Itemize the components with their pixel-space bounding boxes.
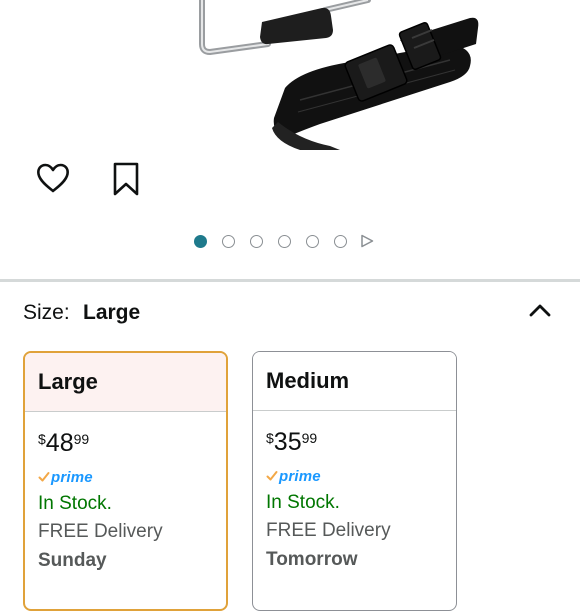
stock-status: In Stock. bbox=[266, 492, 340, 513]
chevron-up-icon bbox=[529, 304, 551, 317]
option-title: Medium bbox=[266, 368, 350, 393]
option-title: Large bbox=[38, 369, 98, 394]
price-whole: 35 bbox=[273, 428, 302, 456]
prime-label: prime bbox=[51, 468, 93, 486]
size-selector-header[interactable]: Size: Large bbox=[0, 296, 580, 336]
price-whole: 48 bbox=[45, 429, 74, 457]
carousel-dot[interactable] bbox=[194, 234, 207, 248]
product-image[interactable] bbox=[0, 0, 580, 150]
wishlist-button[interactable] bbox=[34, 160, 72, 198]
prime-badge: prime bbox=[38, 467, 93, 487]
option-price: $4899 bbox=[38, 429, 89, 459]
delivery-day: Sunday bbox=[38, 550, 107, 571]
prime-label: prime bbox=[279, 467, 321, 485]
carousel-dot[interactable] bbox=[278, 234, 291, 248]
hanger-strap-illustration bbox=[199, 0, 479, 150]
heart-icon bbox=[37, 163, 69, 193]
delivery-info: FREE Delivery bbox=[38, 521, 163, 542]
carousel-dot[interactable] bbox=[250, 234, 263, 248]
option-header: Medium bbox=[253, 352, 456, 411]
prime-check-icon bbox=[38, 472, 50, 482]
delivery-info: FREE Delivery bbox=[266, 520, 391, 541]
price-fraction: 99 bbox=[301, 430, 318, 446]
carousel-dot[interactable] bbox=[306, 234, 319, 248]
currency-symbol: $ bbox=[38, 431, 46, 447]
size-option-medium[interactable]: Medium $3599 prime In Stock. FREE Delive… bbox=[252, 351, 457, 611]
collapse-size-button[interactable] bbox=[525, 296, 555, 326]
option-price: $3599 bbox=[266, 428, 317, 458]
image-carousel-indicator bbox=[194, 233, 374, 249]
size-option-large[interactable]: Large $4899 prime In Stock. FREE Deliver… bbox=[23, 351, 228, 611]
option-header: Large bbox=[25, 353, 226, 412]
carousel-dot[interactable] bbox=[222, 234, 235, 248]
prime-badge: prime bbox=[266, 466, 321, 486]
save-button[interactable] bbox=[110, 160, 142, 198]
play-video-icon[interactable] bbox=[360, 234, 374, 248]
delivery-day: Tomorrow bbox=[266, 549, 358, 570]
price-fraction: 99 bbox=[73, 431, 90, 447]
section-divider bbox=[0, 279, 580, 282]
carousel-dot[interactable] bbox=[334, 234, 347, 248]
currency-symbol: $ bbox=[266, 430, 274, 446]
selected-size-value: Large bbox=[83, 301, 141, 324]
size-label: Size: bbox=[23, 301, 70, 324]
stock-status: In Stock. bbox=[38, 493, 112, 514]
bookmark-icon bbox=[113, 162, 139, 196]
prime-check-icon bbox=[266, 471, 278, 481]
